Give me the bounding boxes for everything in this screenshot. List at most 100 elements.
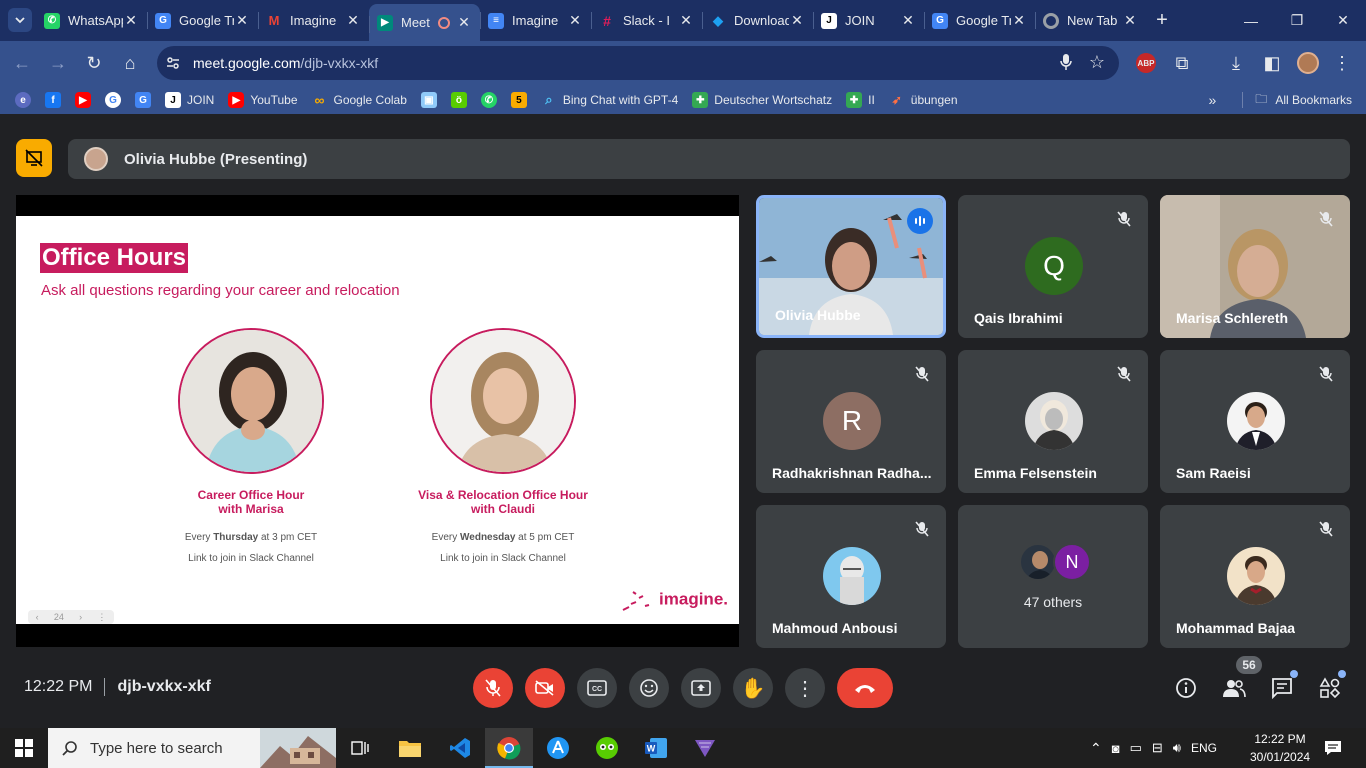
bookmark-item[interactable]: ▶ YouTube xyxy=(221,86,304,114)
bookmark-item[interactable]: ö xyxy=(444,86,474,114)
task-view-button[interactable] xyxy=(336,728,384,768)
browser-tab[interactable]: New Tab ✕ xyxy=(1035,0,1146,41)
side-panel-icon[interactable]: ◧ xyxy=(1260,51,1284,75)
profile-avatar[interactable] xyxy=(1296,51,1320,75)
taskbar-app[interactable] xyxy=(534,728,582,768)
close-icon[interactable]: ✕ xyxy=(123,12,139,29)
close-icon[interactable]: ✕ xyxy=(1011,12,1027,29)
forward-arrow-icon[interactable]: → xyxy=(46,51,70,75)
bookmark-item[interactable]: 5 xyxy=(504,86,534,114)
chevron-up-icon[interactable]: ⌃ xyxy=(1090,740,1102,757)
bookmark-item[interactable]: ▣ xyxy=(414,86,444,114)
taskbar-app[interactable] xyxy=(681,728,729,768)
taskbar-clock[interactable]: 12:22 PM 30/01/2024 xyxy=(1250,730,1310,766)
activities-button[interactable] xyxy=(1318,670,1346,700)
bookmark-item[interactable]: ➶ übungen xyxy=(882,86,965,114)
more-options-button[interactable]: ⋮ xyxy=(785,668,825,708)
browser-tab[interactable]: G Google Translate ✕ xyxy=(147,0,258,41)
bookmark-item[interactable]: ▶ xyxy=(68,86,98,114)
browser-tab[interactable]: # Slack - I ✕ xyxy=(591,0,702,41)
participant-tile[interactable]: Emma Felsenstein xyxy=(958,350,1148,493)
bookmark-item[interactable]: ⌕ Bing Chat with GPT-4 xyxy=(534,86,685,114)
language-indicator[interactable]: ENG xyxy=(1191,741,1217,755)
chat-button[interactable] xyxy=(1270,670,1298,700)
windows-start-button[interactable] xyxy=(0,728,48,768)
taskbar-search[interactable]: Type here to search xyxy=(48,728,336,768)
back-arrow-icon[interactable]: ← xyxy=(10,51,34,75)
browser-tab[interactable]: ≡ Imagine ✕ xyxy=(480,0,591,41)
chevron-double-right-icon[interactable]: » xyxy=(1209,92,1217,108)
browser-tab[interactable]: ◆ Download ✕ xyxy=(702,0,813,41)
people-button[interactable] xyxy=(1222,676,1246,700)
taskbar-file-explorer[interactable] xyxy=(386,728,434,768)
bookmark-item[interactable]: f xyxy=(38,86,68,114)
close-icon[interactable]: ✕ xyxy=(567,12,583,29)
extensions-icon[interactable]: ⧉ xyxy=(1170,51,1194,75)
bookmark-item[interactable]: J JOIN xyxy=(158,86,221,114)
taskbar-duolingo[interactable] xyxy=(583,728,631,768)
raise-hand-button[interactable]: ✋ xyxy=(733,668,773,708)
close-icon[interactable]: ✕ xyxy=(345,12,361,29)
close-icon[interactable]: ✕ xyxy=(900,12,916,29)
camera-toggle-button[interactable] xyxy=(525,668,565,708)
mic-toggle-button[interactable] xyxy=(473,668,513,708)
participant-tile[interactable]: Q Qais Ibrahimi xyxy=(958,195,1148,338)
present-screen-button[interactable] xyxy=(681,668,721,708)
bookmark-item[interactable]: G xyxy=(98,86,128,114)
others-tile[interactable]: N 47 others xyxy=(958,505,1148,648)
slide-navigation[interactable]: ‹ 24 › ⋮ xyxy=(28,610,114,624)
participant-tile[interactable]: R Radhakrishnan Radha... xyxy=(756,350,946,493)
bookmark-item[interactable]: ✚ II xyxy=(839,86,882,114)
site-info-icon[interactable] xyxy=(165,55,181,71)
browser-tab[interactable]: M Imagine ✕ xyxy=(258,0,369,41)
new-tab-button[interactable]: + xyxy=(1150,8,1174,32)
minimize-icon[interactable]: — xyxy=(1228,0,1274,41)
participant-tile[interactable]: Mahmoud Anbousi xyxy=(756,505,946,648)
network-icon[interactable]: ⊟ xyxy=(1152,740,1163,756)
leave-call-button[interactable] xyxy=(837,668,893,708)
browser-tab[interactable]: J JOIN ✕ xyxy=(813,0,924,41)
download-icon[interactable]: ⤓ xyxy=(1224,51,1248,75)
browser-tab[interactable]: ✆ WhatsApp ✕ xyxy=(36,0,147,41)
tab-search-button[interactable] xyxy=(8,8,32,32)
close-window-icon[interactable]: ✕ xyxy=(1320,0,1366,41)
battery-icon[interactable]: ▭ xyxy=(1130,740,1142,756)
chevron-right-icon[interactable]: › xyxy=(79,612,82,622)
browser-tab-active[interactable]: ▶ Meet ✕ xyxy=(369,4,480,41)
reactions-button[interactable] xyxy=(629,668,669,708)
participant-tile[interactable]: Mohammad Bajaa xyxy=(1160,505,1350,648)
more-vert-icon[interactable]: ⋮ xyxy=(97,612,106,623)
bookmark-item[interactable]: ∞ Google Colab xyxy=(305,86,414,114)
close-icon[interactable]: ✕ xyxy=(456,14,472,31)
taskbar-vscode[interactable] xyxy=(436,728,484,768)
bookmark-item[interactable]: G xyxy=(128,86,158,114)
taskbar-word[interactable]: W xyxy=(632,728,680,768)
bookmark-star-icon[interactable]: ☆ xyxy=(1089,52,1105,73)
browser-tab[interactable]: G Google Translate ✕ xyxy=(924,0,1035,41)
close-icon[interactable]: ✕ xyxy=(678,12,694,29)
participant-tile[interactable]: Marisa Schlereth xyxy=(1160,195,1350,338)
adblock-icon[interactable]: ABP xyxy=(1134,51,1158,75)
home-icon[interactable]: ⌂ xyxy=(118,51,142,75)
participant-tile[interactable]: Sam Raeisi xyxy=(1160,350,1350,493)
stop-presenting-button[interactable] xyxy=(16,139,52,177)
meeting-info-button[interactable] xyxy=(1174,676,1198,700)
chevron-left-icon[interactable]: ‹ xyxy=(36,612,39,622)
close-icon[interactable]: ✕ xyxy=(234,12,250,29)
close-icon[interactable]: ✕ xyxy=(1122,12,1138,29)
taskbar-chrome[interactable] xyxy=(485,728,533,768)
notification-center-button[interactable] xyxy=(1324,728,1342,768)
more-vert-icon[interactable]: ⋮ xyxy=(1330,51,1354,75)
camera-tray-icon[interactable]: ◙ xyxy=(1112,741,1120,756)
bookmark-item[interactable]: ✆ xyxy=(474,86,504,114)
all-bookmarks-link[interactable]: All Bookmarks xyxy=(1275,93,1352,107)
bookmark-item[interactable]: e xyxy=(8,86,38,114)
reload-icon[interactable]: ↻ xyxy=(82,51,106,75)
restore-icon[interactable]: ❐ xyxy=(1274,0,1320,41)
bookmark-item[interactable]: ✚ Deutscher Wortschatz xyxy=(685,86,839,114)
participant-tile[interactable]: Olivia Hubbe xyxy=(756,195,946,338)
address-bar[interactable]: meet.google.com/djb-vxkx-xkf ☆ xyxy=(157,46,1119,80)
volume-icon[interactable]: 🔊︎ xyxy=(1173,740,1181,756)
captions-button[interactable]: CC xyxy=(577,668,617,708)
close-icon[interactable]: ✕ xyxy=(789,12,805,29)
